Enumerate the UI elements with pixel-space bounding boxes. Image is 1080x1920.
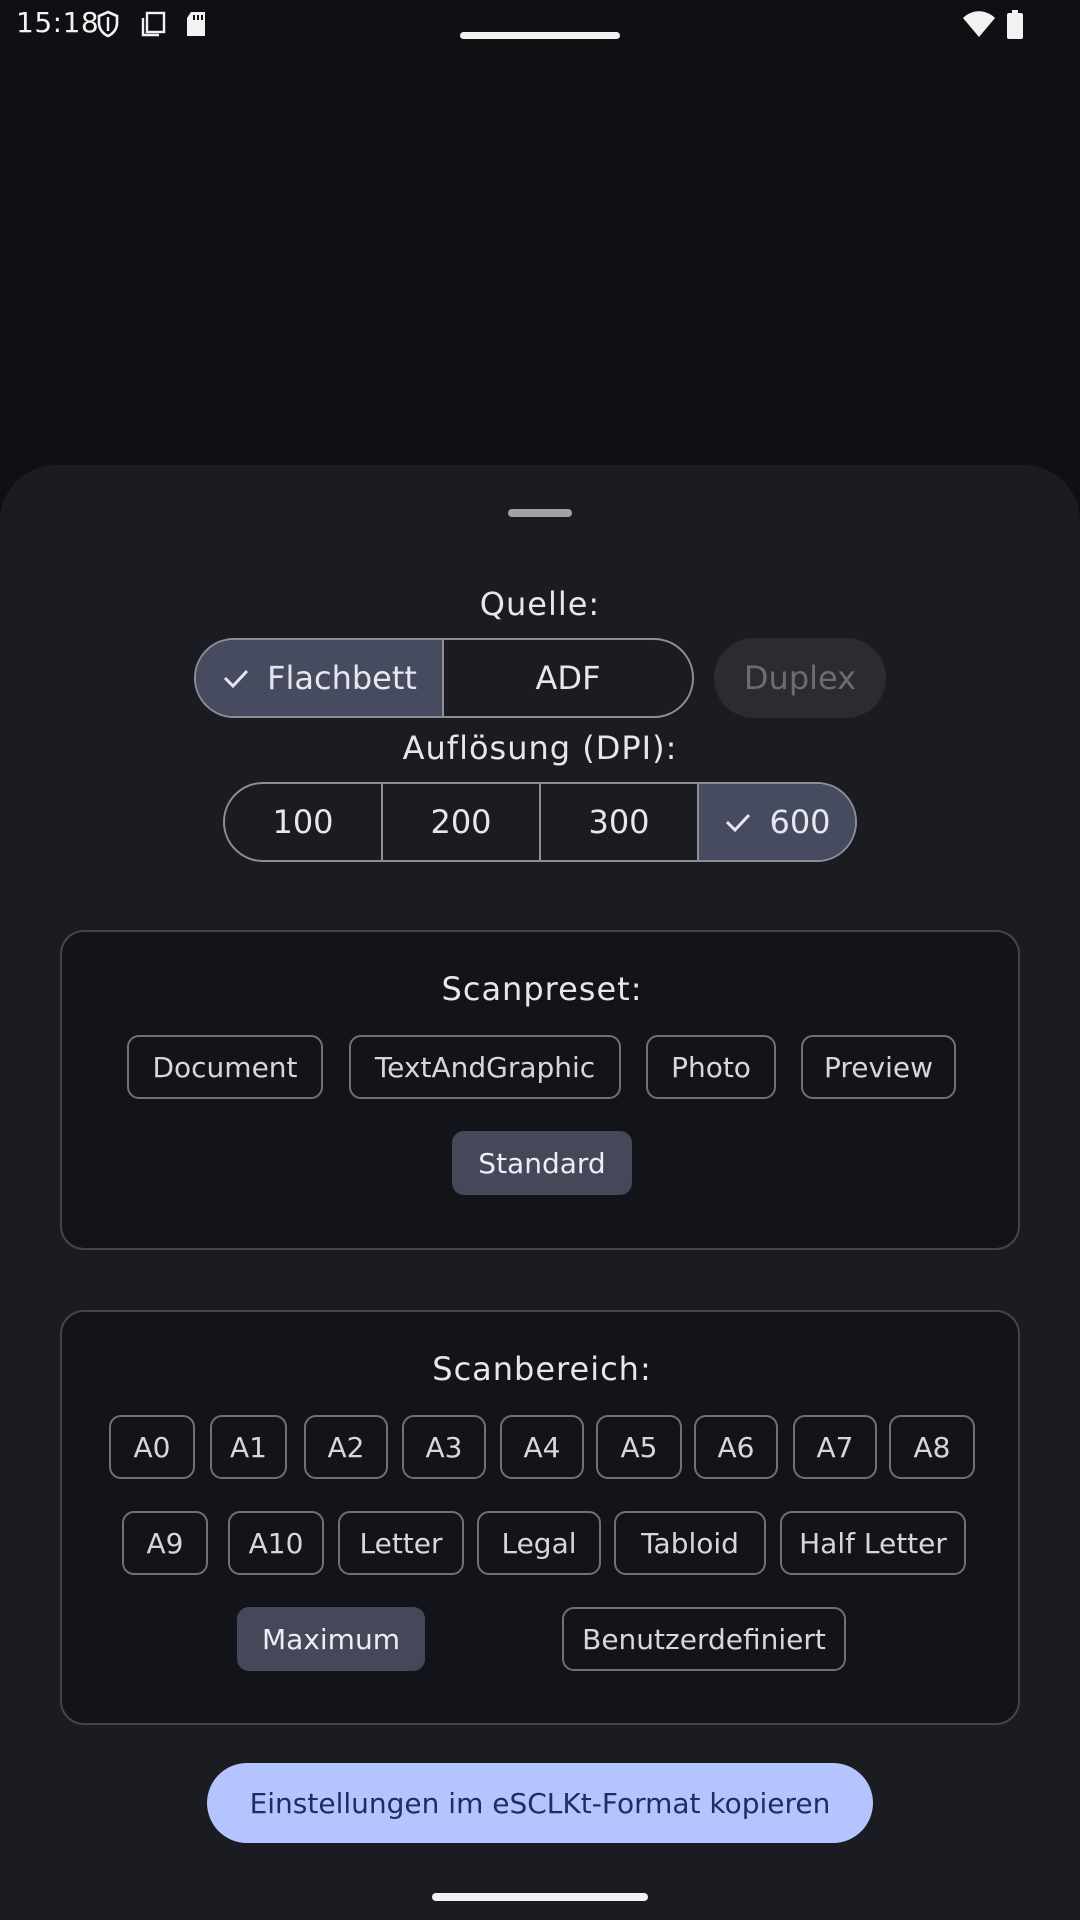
sd-card-icon	[187, 12, 205, 36]
area-chip-a1[interactable]: A1	[210, 1415, 287, 1479]
duplex-label: Duplex	[743, 659, 857, 697]
check-icon	[224, 669, 249, 689]
area-chip-a6[interactable]: A6	[694, 1415, 778, 1479]
status-time: 15:18	[16, 6, 100, 39]
dpi-option-200[interactable]: 200	[383, 784, 541, 860]
dpi-option-label: 100	[272, 803, 334, 841]
preset-chip-textandgraphic[interactable]: TextAndGraphic	[349, 1035, 621, 1099]
resolution-segmented: 100 200 300 600	[223, 782, 857, 862]
check-icon	[726, 813, 751, 833]
area-chip-a0[interactable]: A0	[109, 1415, 195, 1479]
copy-settings-button[interactable]: Einstellungen im eSCLKt-Format kopieren	[207, 1763, 873, 1843]
source-label: Quelle:	[479, 585, 601, 623]
preset-chip-document[interactable]: Document	[127, 1035, 323, 1099]
area-chip-a8[interactable]: A8	[889, 1415, 975, 1479]
status-bar: 15:18	[0, 0, 1080, 50]
dpi-option-600[interactable]: 600	[699, 784, 855, 860]
area-chip-a7[interactable]: A7	[793, 1415, 877, 1479]
preset-chip-standard[interactable]: Standard	[452, 1131, 632, 1195]
dpi-option-label: 600	[769, 803, 831, 841]
preset-chip-photo[interactable]: Photo	[646, 1035, 776, 1099]
screen: 15:18 Quelle: Flachbett ADF Duplex Auflö…	[0, 0, 1080, 1920]
area-chip-benutzerdefiniert[interactable]: Benutzerdefiniert	[562, 1607, 846, 1671]
drag-handle[interactable]	[508, 509, 572, 517]
dpi-option-label: 300	[588, 803, 650, 841]
gesture-nav-bar[interactable]	[432, 1893, 648, 1901]
wifi-icon	[963, 11, 995, 37]
area-chip-a5[interactable]: A5	[596, 1415, 682, 1479]
source-option-label: Flachbett	[267, 659, 417, 697]
area-chip-a4[interactable]: A4	[500, 1415, 584, 1479]
scanpreset-label: Scanpreset:	[441, 970, 643, 1008]
area-chip-a10[interactable]: A10	[228, 1511, 324, 1575]
area-chip-tabloid[interactable]: Tabloid	[614, 1511, 766, 1575]
area-chip-maximum[interactable]: Maximum	[237, 1607, 425, 1671]
area-chip-a9[interactable]: A9	[122, 1511, 208, 1575]
duplex-button[interactable]: Duplex	[714, 638, 886, 718]
resolution-label: Auflösung (DPI):	[402, 729, 678, 767]
area-chip-a3[interactable]: A3	[402, 1415, 486, 1479]
area-chip-letter[interactable]: Letter	[338, 1511, 464, 1575]
scanpreset-card: Scanpreset: Document TextAndGraphic Phot…	[60, 930, 1020, 1250]
source-option-flachbett[interactable]: Flachbett	[196, 640, 445, 716]
dpi-option-300[interactable]: 300	[541, 784, 699, 860]
dpi-option-100[interactable]: 100	[225, 784, 383, 860]
area-chip-half-letter[interactable]: Half Letter	[780, 1511, 966, 1575]
dpi-option-label: 200	[430, 803, 492, 841]
source-option-adf[interactable]: ADF	[444, 640, 692, 716]
copy-icon	[141, 11, 166, 37]
scanbereich-label: Scanbereich:	[432, 1350, 652, 1388]
shield-icon	[97, 10, 119, 38]
notch-pill	[460, 32, 620, 39]
settings-sheet: Quelle: Flachbett ADF Duplex Auflösung (…	[0, 465, 1080, 1920]
area-chip-legal[interactable]: Legal	[477, 1511, 601, 1575]
area-chip-a2[interactable]: A2	[304, 1415, 388, 1479]
preset-chip-preview[interactable]: Preview	[801, 1035, 956, 1099]
source-segmented: Flachbett ADF	[194, 638, 694, 718]
copy-settings-label: Einstellungen im eSCLKt-Format kopieren	[249, 1786, 831, 1820]
scanbereich-card: Scanbereich: A0 A1 A2 A3 A4 A5 A6 A7 A8 …	[60, 1310, 1020, 1725]
source-option-label: ADF	[535, 659, 601, 697]
battery-icon	[1007, 10, 1023, 39]
